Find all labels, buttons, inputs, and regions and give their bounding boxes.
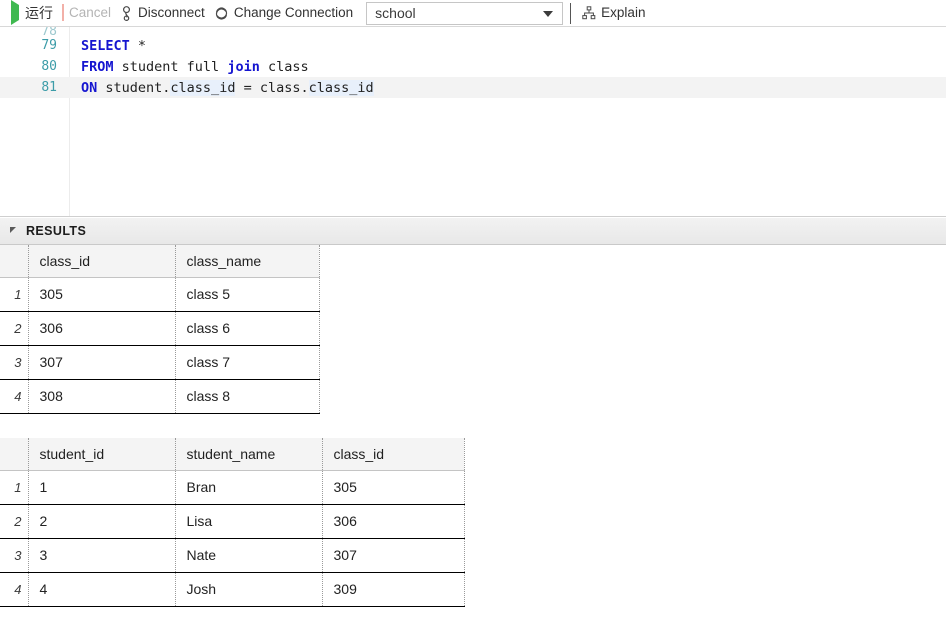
table-cell[interactable]: class 8 xyxy=(175,379,320,414)
connection-select[interactable]: school xyxy=(366,1,564,25)
table-cell[interactable]: 305 xyxy=(322,470,465,505)
sql-editor[interactable]: 78 79 SELECT * 80 FROM student full join cla… xyxy=(0,27,946,217)
table-row[interactable]: 2 2 Lisa 306 xyxy=(0,504,465,539)
cancel-button[interactable]: Cancel xyxy=(60,2,118,24)
result-table-class[interactable]: class_id class_name 1 305 class 5 2 306 class … xyxy=(0,245,320,414)
results-title: RESULTS xyxy=(26,224,87,238)
table-cell[interactable]: 307 xyxy=(28,345,176,380)
code-token: student full xyxy=(113,58,228,75)
table-row[interactable]: 1 1 Bran 305 xyxy=(0,470,465,505)
table-cell[interactable]: 1 xyxy=(28,470,176,505)
column-header[interactable]: class_id xyxy=(322,438,465,471)
code-token: = class. xyxy=(235,79,309,96)
cancel-button-label: Cancel xyxy=(69,5,112,21)
code-token: FROM xyxy=(81,58,114,75)
table-cell[interactable]: 305 xyxy=(28,277,176,312)
table-cell[interactable]: 3 xyxy=(28,538,176,573)
line-number: 80 xyxy=(41,59,57,74)
connection-select-value: school xyxy=(375,5,416,21)
code-text: SELECT * xyxy=(57,38,946,54)
code-token: SELECT xyxy=(81,37,130,54)
explain-button[interactable]: Explain xyxy=(580,2,652,24)
table-cell[interactable]: 4 xyxy=(28,572,176,607)
disconnect-button[interactable]: Disconnect xyxy=(118,2,212,24)
change-connection-button[interactable]: Change Connection xyxy=(212,2,360,24)
line-number: 78 xyxy=(41,27,57,35)
row-number: 3 xyxy=(0,345,29,380)
table-cell[interactable]: 306 xyxy=(322,504,465,539)
table-body: 1 1 Bran 305 2 2 Lisa 306 3 3 Nate 307 4 4 Josh 309 xyxy=(0,470,465,607)
row-number: 4 xyxy=(0,572,29,607)
toolbar-divider xyxy=(570,2,572,24)
row-number: 2 xyxy=(0,504,29,539)
table-cell[interactable]: class 6 xyxy=(175,311,320,346)
table-row[interactable]: 3 3 Nate 307 xyxy=(0,538,465,573)
code-token: class xyxy=(259,58,309,75)
triangle-collapse-icon[interactable] xyxy=(10,227,16,233)
change-connection-button-label: Change Connection xyxy=(233,5,354,21)
table-row[interactable]: 3 307 class 7 xyxy=(0,345,320,380)
row-number: 3 xyxy=(0,538,29,573)
tree-hierarchy-icon xyxy=(582,6,596,20)
code-text: ON student.class_id = class.class_id xyxy=(57,79,946,96)
row-number: 1 xyxy=(0,277,29,312)
table-cell[interactable]: 306 xyxy=(28,311,176,346)
column-header[interactable]: class_id xyxy=(28,245,176,278)
code-token: class_id xyxy=(308,79,374,96)
results-header[interactable]: RESULTS xyxy=(0,217,946,245)
table-header-row: class_id class_name xyxy=(0,245,320,278)
table-cell[interactable]: Bran xyxy=(175,470,323,505)
code-line[interactable]: 79 SELECT * xyxy=(0,35,946,56)
table-row[interactable]: 4 4 Josh 309 xyxy=(0,572,465,607)
code-token: class_id xyxy=(170,79,236,96)
code-text: FROM student full join class xyxy=(57,59,946,75)
row-number: 1 xyxy=(0,470,29,505)
table-cell[interactable]: 309 xyxy=(322,572,465,607)
code-token: * xyxy=(129,37,147,54)
table-cell[interactable]: class 5 xyxy=(175,277,320,312)
run-button[interactable]: 运行 xyxy=(9,0,60,25)
table-cell[interactable]: Lisa xyxy=(175,504,323,539)
run-button-label: 运行 xyxy=(25,5,53,21)
code-token: ON xyxy=(81,79,98,96)
code-line[interactable]: 78 xyxy=(0,27,946,35)
table-cell[interactable]: Josh xyxy=(175,572,323,607)
table-cell[interactable]: 307 xyxy=(322,538,465,573)
row-number-header xyxy=(0,438,29,471)
column-header[interactable]: class_name xyxy=(175,245,320,278)
table-body: 1 305 class 5 2 306 class 6 3 307 class 7 4 308 cla… xyxy=(0,277,320,414)
row-number-header xyxy=(0,245,29,278)
table-cell[interactable]: 2 xyxy=(28,504,176,539)
code-line[interactable]: 80 FROM student full join class xyxy=(0,56,946,77)
code-token: student. xyxy=(97,79,171,96)
row-number: 2 xyxy=(0,311,29,346)
results-body: class_id class_name 1 305 class 5 2 306 class … xyxy=(0,245,946,620)
code-lines[interactable]: 78 79 SELECT * 80 FROM student full join cla… xyxy=(0,27,946,98)
line-number: 79 xyxy=(41,38,57,53)
column-header[interactable]: student_name xyxy=(175,438,323,471)
table-row[interactable]: 2 306 class 6 xyxy=(0,311,320,346)
plug-disconnect-icon xyxy=(120,5,133,21)
explain-button-label: Explain xyxy=(601,5,646,21)
line-number: 81 xyxy=(41,80,57,95)
result-table-student[interactable]: student_id student_name class_id 1 1 Bran 305… xyxy=(0,438,465,607)
swap-circle-icon xyxy=(214,6,229,21)
editor-toolbar: 运行 Cancel Disconnect Change Connection s… xyxy=(0,0,946,27)
code-token: join xyxy=(227,58,260,75)
table-cell[interactable]: Nate xyxy=(175,538,323,573)
table-header-row: student_id student_name class_id xyxy=(0,438,465,471)
row-number: 4 xyxy=(0,379,29,414)
table-cell[interactable]: 308 xyxy=(28,379,176,414)
table-cell[interactable]: class 7 xyxy=(175,345,320,380)
disconnect-button-label: Disconnect xyxy=(138,5,205,21)
table-row[interactable]: 4 308 class 8 xyxy=(0,379,320,414)
code-line[interactable]: 81 ON student.class_id = class.class_id xyxy=(0,77,946,98)
table-row[interactable]: 1 305 class 5 xyxy=(0,277,320,312)
chevron-down-icon xyxy=(543,11,554,17)
column-header[interactable]: student_id xyxy=(28,438,176,471)
